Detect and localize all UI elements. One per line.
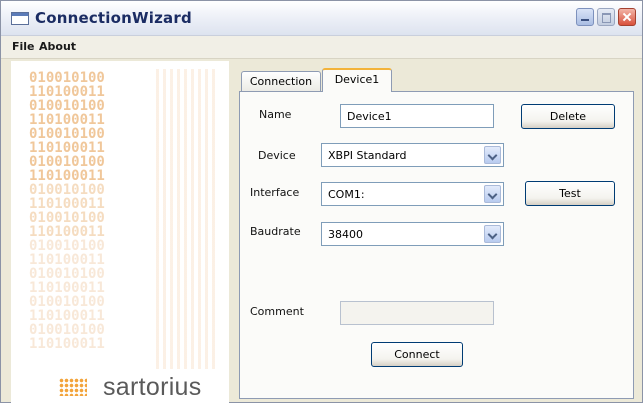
sartorius-logo-text: sartorius [103, 373, 202, 401]
name-field[interactable]: Device1 [340, 104, 494, 128]
interface-select-value: COM1: [328, 188, 365, 201]
baudrate-select[interactable]: 38400 [321, 222, 504, 246]
minimize-button[interactable] [576, 8, 594, 26]
window-app-icon [11, 12, 29, 25]
binary-line: 010010100 [29, 98, 105, 114]
tab-device1[interactable]: Device1 [322, 68, 392, 92]
device-label: Device [258, 149, 296, 162]
binary-line: 110100011 [29, 308, 105, 324]
connection-wizard-window: ConnectionWizard File About 010010100 110… [0, 0, 643, 403]
chevron-down-icon[interactable] [484, 185, 501, 203]
device-select-value: XBPI Standard [328, 149, 407, 162]
binary-line: 110100011 [29, 112, 105, 128]
sartorius-logo-icon [59, 378, 87, 396]
binary-line: 110100011 [29, 336, 105, 352]
binary-line: 110100011 [29, 224, 105, 240]
tab-connection[interactable]: Connection [241, 71, 321, 91]
binary-line: 010010100 [29, 154, 105, 170]
menu-bar: File About [1, 36, 642, 59]
test-button[interactable]: Test [525, 181, 615, 206]
title-bar[interactable]: ConnectionWizard [1, 1, 642, 36]
binary-line: 010010100 [29, 210, 105, 226]
window-title: ConnectionWizard [35, 9, 192, 27]
binary-line: 110100011 [29, 140, 105, 156]
binary-line: 010010100 [29, 126, 105, 142]
name-label: Name [259, 108, 292, 121]
binary-line: 010010100 [29, 266, 105, 282]
decorative-bars [156, 69, 216, 369]
baudrate-select-value: 38400 [328, 228, 363, 241]
menu-file[interactable]: File [12, 40, 35, 53]
binary-line: 010010100 [29, 70, 105, 86]
chevron-down-icon[interactable] [484, 146, 501, 164]
chevron-down-icon[interactable] [484, 225, 501, 243]
binary-line: 010010100 [29, 182, 105, 198]
menu-about[interactable]: About [39, 40, 76, 53]
binary-line: 110100011 [29, 196, 105, 212]
baudrate-label: Baudrate [250, 225, 301, 238]
binary-line: 110100011 [29, 168, 105, 184]
binary-line: 110100011 [29, 84, 105, 100]
binary-line: 010010100 [29, 322, 105, 338]
interface-select[interactable]: COM1: [321, 182, 504, 206]
binary-line: 010010100 [29, 238, 105, 254]
binary-line: 010010100 [29, 294, 105, 310]
close-button[interactable] [618, 8, 636, 26]
maximize-button[interactable] [597, 8, 615, 26]
comment-field[interactable] [340, 301, 494, 325]
binary-line: 110100011 [29, 280, 105, 296]
device-select[interactable]: XBPI Standard [321, 143, 504, 167]
binary-line: 110100011 [29, 252, 105, 268]
connect-button[interactable]: Connect [371, 342, 463, 367]
delete-button[interactable]: Delete [521, 104, 615, 129]
comment-label: Comment [250, 305, 304, 318]
branding-panel: 010010100 110100011 010010100 110100011 0100… [11, 61, 229, 403]
interface-label: Interface [250, 186, 300, 199]
binary-pattern: 010010100 110100011 010010100 110100011 0100… [29, 71, 105, 351]
